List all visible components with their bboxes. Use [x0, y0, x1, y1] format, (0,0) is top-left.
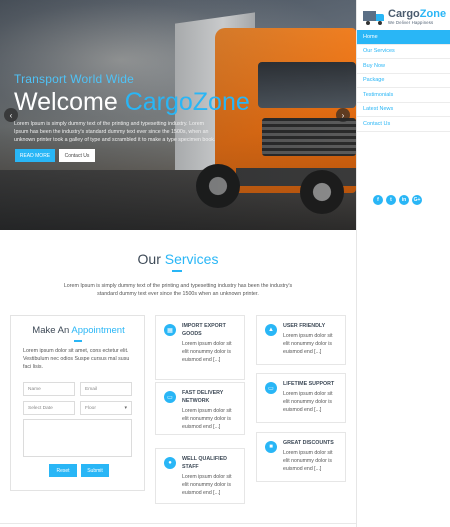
- appointment-heading: Make An Appointment: [11, 325, 146, 336]
- nav-item-contact-us[interactable]: Contact Us: [357, 117, 450, 132]
- services-heading-prefix: Our: [137, 251, 165, 267]
- name-field-placeholder: Name: [28, 386, 41, 392]
- facebook-icon[interactable]: f: [373, 195, 383, 205]
- laptop-icon: ▭: [164, 391, 176, 403]
- feature-title: IMPORT EXPORT GOODS: [182, 323, 226, 337]
- grid-icon: ▦: [164, 324, 176, 336]
- linkedin-icon[interactable]: in: [399, 195, 409, 205]
- feature-text: Lorem ipsum dolor sit elit nonummy dolor…: [283, 450, 333, 472]
- message-textarea[interactable]: [23, 419, 132, 457]
- feature-title: FAST DELIVERY NETWORK: [182, 390, 224, 404]
- appointment-heading-divider: [74, 340, 82, 342]
- nav-item-testimonials[interactable]: Testimonials: [357, 88, 450, 103]
- social-links: f t in G+: [373, 195, 422, 205]
- date-field[interactable]: Select Date: [23, 401, 75, 415]
- contact-us-button[interactable]: Contact Us: [59, 149, 95, 162]
- twitter-icon[interactable]: t: [386, 195, 396, 205]
- services-heading: Our Services: [0, 251, 356, 267]
- floor-select-placeholder: Floor: [85, 405, 96, 411]
- feature-text: Lorem ipsum dolor sit elit nonummy dolor…: [283, 391, 333, 413]
- user-icon: ▲: [265, 324, 277, 336]
- hero-subtitle: Transport World Wide: [14, 72, 135, 86]
- hero-slider: Transport World Wide Welcome CargoZone L…: [0, 0, 356, 230]
- read-more-button[interactable]: READ MORE: [15, 149, 55, 162]
- feature-text: Lorem ipsum dolor sit elit nonummy dolor…: [182, 408, 232, 430]
- truck-logo-icon: [363, 9, 385, 25]
- services-heading-accent: Services: [164, 251, 219, 267]
- appointment-description: Lorem ipsum dolor sit amet, cons ectetur…: [23, 348, 130, 370]
- name-field[interactable]: Name: [23, 382, 75, 396]
- appointment-heading-accent: Appointment: [71, 325, 125, 336]
- hero-title: Welcome CargoZone: [14, 88, 250, 117]
- submit-button[interactable]: Submit: [81, 464, 109, 477]
- reset-button[interactable]: Reset: [49, 464, 77, 477]
- sidebar: CargoZone We Deliver Happiness Home Our …: [356, 0, 450, 527]
- hero-title-brand: CargoZone: [124, 88, 250, 116]
- email-field-placeholder: Email: [85, 386, 97, 392]
- feature-title: USER FRIENDLY: [283, 323, 326, 329]
- gift-icon: ■: [265, 441, 277, 453]
- slider-next-arrow-icon[interactable]: ›: [336, 108, 350, 122]
- feature-card-fast-delivery: ▭ FAST DELIVERY NETWORK Lorem ipsum dolo…: [155, 382, 245, 435]
- hero-title-prefix: Welcome: [14, 88, 125, 116]
- feature-title: GREAT DISCOUNTS: [283, 440, 334, 446]
- appointment-heading-prefix: Make An: [32, 325, 72, 336]
- appointment-form: Make An Appointment Lorem ipsum dolor si…: [10, 315, 145, 491]
- logo-text: CargoZone We Deliver Happiness: [388, 7, 447, 25]
- feature-card-qualified-staff: ● WELL QUALIFIED STAFF Lorem ipsum dolor…: [155, 448, 245, 504]
- logo-name-part1: Cargo: [388, 7, 420, 20]
- feature-title: WELL QUALIFIED STAFF: [182, 456, 227, 470]
- location-icon: ●: [164, 457, 176, 469]
- services-description: Lorem Ipsum is simply dummy text of the …: [63, 283, 293, 297]
- feature-card-lifetime-support: ▭ LIFETIME SUPPORT Lorem ipsum dolor sit…: [256, 373, 346, 423]
- feature-text: Lorem ipsum dolor sit elit nonummy dolor…: [182, 474, 232, 496]
- slider-prev-arrow-icon[interactable]: ‹: [4, 108, 18, 122]
- sidebar-nav: Home Our Services Buy Now Package Testim…: [357, 30, 450, 132]
- feature-card-great-discounts: ■ GREAT DISCOUNTS Lorem ipsum dolor sit …: [256, 432, 346, 482]
- hero-description: Lorem Ipsum is simply dummy text of the …: [14, 121, 216, 143]
- date-field-placeholder: Select Date: [28, 405, 53, 411]
- monitor-icon: ▭: [265, 382, 277, 394]
- footer-divider: [0, 523, 356, 524]
- nav-item-buy-now[interactable]: Buy Now: [357, 59, 450, 74]
- logo-name: CargoZone: [388, 7, 447, 20]
- feature-title: LIFETIME SUPPORT: [283, 381, 335, 387]
- nav-item-our-services[interactable]: Our Services: [357, 45, 450, 59]
- feature-card-import-export: ▦ IMPORT EXPORT GOODS Lorem ipsum dolor …: [155, 315, 245, 380]
- feature-text: Lorem ipsum dolor sit elit nonummy dolor…: [182, 341, 232, 363]
- services-heading-divider: [172, 270, 182, 272]
- logo-name-part2: Zone: [419, 7, 447, 20]
- nav-item-package[interactable]: Package: [357, 74, 450, 88]
- feature-text: Lorem ipsum dolor sit elit nonummy dolor…: [283, 333, 333, 355]
- google-plus-icon[interactable]: G+: [412, 195, 422, 205]
- nav-item-latest-news[interactable]: Latest News: [357, 103, 450, 117]
- logo-tagline: We Deliver Happiness: [388, 19, 434, 25]
- floor-select[interactable]: Floor ▾: [80, 401, 132, 415]
- email-field[interactable]: Email: [80, 382, 132, 396]
- brand-logo[interactable]: CargoZone We Deliver Happiness: [363, 6, 449, 28]
- nav-item-home[interactable]: Home: [357, 30, 450, 45]
- chevron-down-icon: ▾: [124, 405, 127, 411]
- feature-card-user-friendly: ▲ USER FRIENDLY Lorem ipsum dolor sit el…: [256, 315, 346, 365]
